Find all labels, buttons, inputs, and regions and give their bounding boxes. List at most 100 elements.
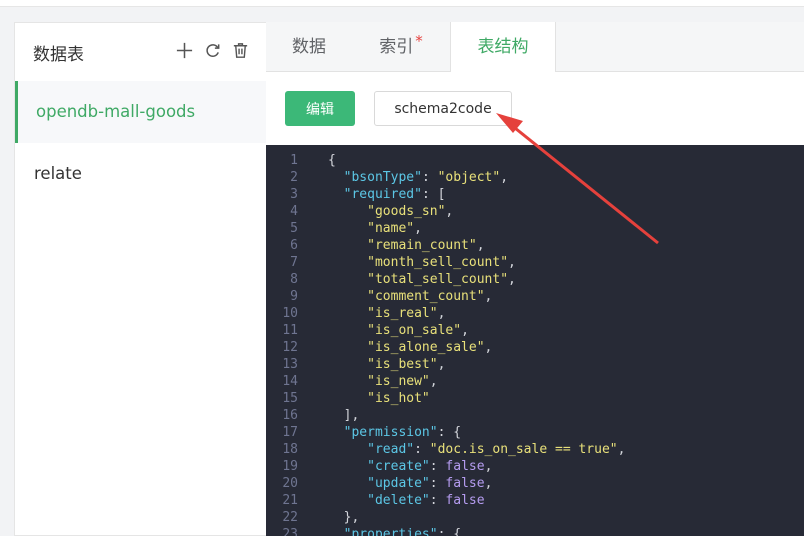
refresh-icon[interactable] [203,41,222,60]
line-number: 20 [282,476,298,491]
json-punctuation: , [445,204,454,219]
json-punctuation [328,306,367,321]
line-number: 3 [290,187,298,202]
line-number: 9 [290,289,298,304]
line-number: 14 [282,374,298,389]
json-boolean: false [445,459,485,474]
line-number: 16 [282,408,298,423]
json-punctuation [328,289,367,304]
json-string: "remain_count" [367,238,477,253]
tab-index[interactable]: 索引 * [352,22,450,72]
code-text: "is_real", [328,305,445,322]
line-number: 19 [282,459,298,474]
line-number: 11 [282,323,298,338]
json-punctuation: , [617,442,626,457]
code-text: "permission": { [328,424,461,441]
line-number: 10 [282,306,298,321]
json-key: "required" [343,187,422,202]
json-punctuation [328,442,367,457]
json-punctuation [328,272,367,287]
code-text: "remain_count", [328,237,485,254]
json-punctuation [328,476,367,491]
schema2code-button[interactable]: schema2code [374,91,512,126]
json-string: "is_alone_sale" [367,340,485,355]
json-punctuation [328,527,344,536]
sidebar-tools [175,41,250,60]
line-number: 5 [290,221,298,236]
json-string: "goods_sn" [367,204,446,219]
json-string: "total_sell_count" [367,272,509,287]
code-text: "comment_count", [328,288,492,305]
json-string: "month_sell_count" [367,255,509,270]
json-key: "properties" [343,527,438,536]
line-number: 12 [282,340,298,355]
tab-index-label: 索引 [379,37,414,57]
add-icon[interactable] [175,41,194,60]
json-punctuation: : [414,442,430,457]
code-text: "delete": false [328,492,484,509]
code-text: "update": false, [328,475,492,492]
trash-icon[interactable] [231,41,250,60]
tab-data[interactable]: 数据 [266,22,352,72]
code-text: "total_sell_count", [328,271,516,288]
json-punctuation: ], [328,408,360,423]
code-text: "is_best", [328,356,445,373]
line-number: 21 [282,493,298,508]
json-punctuation: : { [437,425,462,440]
json-key: "read" [367,442,415,457]
json-punctuation [328,374,367,389]
json-boolean: false [445,476,485,491]
schema-code-editor[interactable]: 1 {2 "bsonType": "object", 3 "required": [… [266,145,804,536]
json-key: "permission" [343,425,438,440]
json-string: "comment_count" [367,289,485,304]
json-punctuation [328,187,344,202]
json-string: "name" [367,221,415,236]
json-punctuation: { [328,153,336,168]
line-number: 4 [290,204,298,219]
json-string: "is_hot" [367,391,430,406]
json-key: "bsonType" [343,170,422,185]
code-text: { [328,152,336,169]
collection-sidebar: 数据表 opendb-mall-goods relate [14,22,266,536]
sidebar-item-opendb-mall-goods[interactable]: opendb-mall-goods [15,81,266,143]
json-punctuation: , [476,238,485,253]
tab-schema[interactable]: 表结构 [450,22,556,72]
json-punctuation: , [508,272,516,287]
json-key: "delete" [367,493,430,508]
code-text: "is_hot" [328,390,430,407]
json-punctuation: : [ [421,187,446,202]
json-punctuation: , [484,289,493,304]
code-text: "properties": { [328,526,461,536]
json-string: "object" [437,170,501,185]
code-text: ], [328,407,360,424]
edit-button[interactable]: 编辑 [285,91,355,126]
json-punctuation [328,357,367,372]
code-text: }, [328,509,360,526]
code-text: "read": "doc.is_on_sale == true", [328,441,625,458]
sidebar-item-relate[interactable]: relate [15,143,266,205]
json-string: "doc.is_on_sale == true" [429,442,618,457]
json-string: "is_best" [367,357,438,372]
json-punctuation: , [437,306,446,321]
json-punctuation: : [429,459,446,474]
json-punctuation [328,170,344,185]
sidebar-header: 数据表 [15,23,266,81]
unsaved-marker: * [415,32,423,50]
code-text: "name", [328,220,422,237]
line-number: 17 [282,425,298,440]
json-string: "is_new" [367,374,430,389]
line-number: 7 [290,255,298,270]
code-text: "is_alone_sale", [328,339,492,356]
tab-data-label: 数据 [292,37,326,57]
code-text: "required": [ [328,186,446,203]
json-punctuation: , [484,459,493,474]
tab-schema-label: 表结构 [477,37,529,57]
line-number: 23 [282,527,298,536]
line-number: 18 [282,442,298,457]
top-strip [0,0,804,7]
line-number: 13 [282,357,298,372]
json-punctuation [328,238,367,253]
code-text: "is_on_sale", [328,322,469,339]
json-punctuation [328,459,367,474]
code-text: "goods_sn", [328,203,453,220]
